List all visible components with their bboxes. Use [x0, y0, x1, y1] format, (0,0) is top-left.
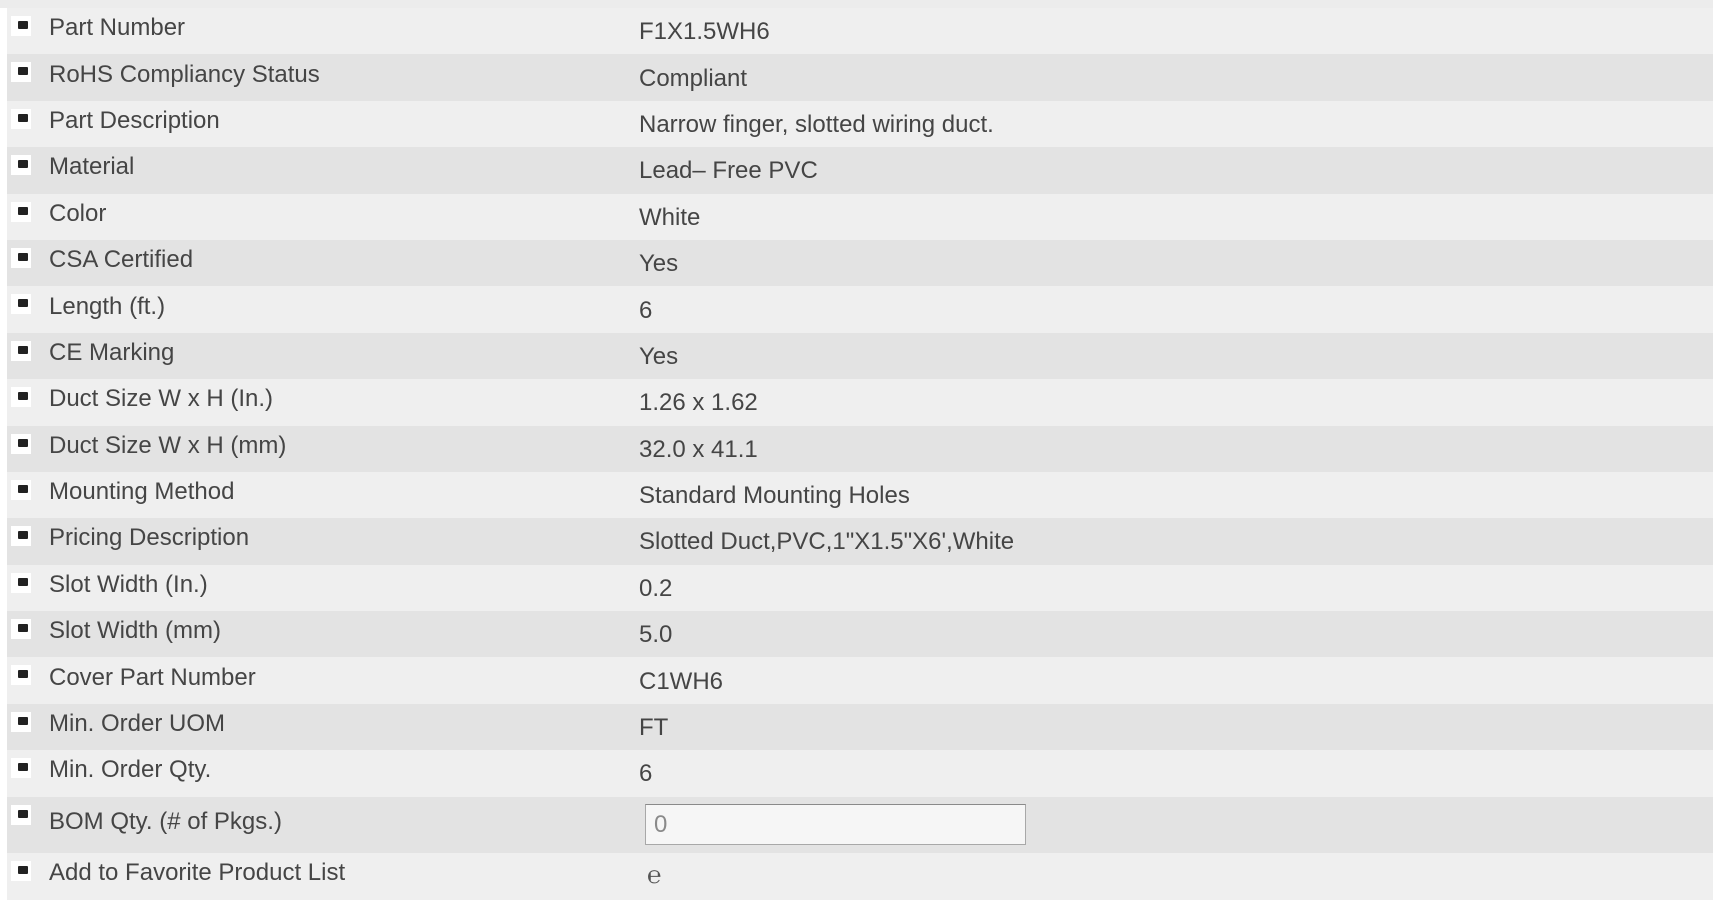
- bullet-icon: [11, 572, 31, 593]
- table-row: Mounting Method Standard Mounting Holes: [7, 471, 1713, 519]
- bullet-icon: [11, 619, 31, 640]
- row-label: Cover Part Number: [49, 663, 256, 691]
- row-label: Min. Order Qty.: [49, 756, 212, 784]
- row-value: Compliant: [639, 64, 748, 92]
- bullet-icon: [11, 294, 31, 315]
- bullet-icon: [11, 387, 31, 408]
- favorite-row: Add to Favorite Product List ℮: [7, 852, 1713, 900]
- bom-qty-input[interactable]: [645, 804, 1026, 846]
- row-value: 5.0: [639, 621, 673, 649]
- row-label: Pricing Description: [49, 524, 250, 552]
- row-value: 1.26 x 1.62: [639, 389, 758, 417]
- top-strip: [0, 0, 1713, 8]
- row-value: Slotted Duct,PVC,1"X1.5"X6',White: [639, 528, 1015, 556]
- table-row: Length (ft.) 6: [7, 286, 1713, 333]
- bullet-icon: [11, 247, 31, 268]
- table-row: Cover Part Number C1WH6: [7, 657, 1713, 704]
- row-value: White: [639, 203, 701, 231]
- favorite-icon[interactable]: ℮: [647, 862, 661, 890]
- row-value: 6: [639, 296, 653, 324]
- table-row: Duct Size W x H (mm) 32.0 x 41.1: [7, 425, 1713, 472]
- bullet-icon: [11, 860, 31, 881]
- row-label: Min. Order UOM: [49, 710, 226, 738]
- bom-qty-row: BOM Qty. (# of Pkgs.): [7, 796, 1713, 853]
- row-label: Slot Width (mm): [49, 617, 222, 645]
- favorite-label: Add to Favorite Product List: [49, 859, 346, 887]
- bullet-icon: [11, 62, 31, 83]
- bullet-icon: [11, 526, 31, 547]
- row-label: Mounting Method: [49, 478, 235, 506]
- table-row: Min. Order Qty. 6: [7, 750, 1713, 797]
- bullet-icon: [11, 758, 31, 779]
- bullet-icon: [11, 201, 31, 222]
- table-row: Pricing Description Slotted Duct,PVC,1"X…: [7, 518, 1713, 565]
- bullet-icon: [11, 155, 31, 176]
- table-row: Duct Size W x H (In.) 1.26 x 1.62: [7, 379, 1713, 426]
- bom-qty-label: BOM Qty. (# of Pkgs.): [49, 807, 282, 835]
- row-value: FT: [639, 714, 669, 742]
- table-row: Slot Width (mm) 5.0: [7, 611, 1713, 658]
- row-label: Duct Size W x H (In.): [49, 385, 274, 413]
- row-label: Material: [49, 153, 135, 181]
- row-label: Length (ft.): [49, 292, 166, 320]
- bullet-icon: [11, 340, 31, 361]
- product-spec-page: Part Number F1X1.5WH6 RoHS Compliancy St…: [0, 0, 1713, 901]
- row-value: Lead– Free PVC: [639, 157, 818, 185]
- table-row: RoHS Compliancy Status Compliant: [7, 54, 1713, 101]
- row-label: RoHS Compliancy Status: [49, 60, 320, 88]
- row-value: Yes: [639, 250, 679, 278]
- row-label: Part Number: [49, 14, 186, 42]
- bullet-icon: [11, 433, 31, 454]
- table-row: Color White: [7, 193, 1713, 240]
- row-value: Yes: [639, 342, 679, 370]
- table-row: CE Marking Yes: [7, 332, 1713, 380]
- table-row: Material Lead– Free PVC: [7, 147, 1713, 194]
- row-label: CSA Certified: [49, 246, 194, 274]
- table-row: CSA Certified Yes: [7, 239, 1713, 287]
- row-value: Standard Mounting Holes: [639, 482, 910, 510]
- bullet-icon: [11, 665, 31, 686]
- row-label: Part Description: [49, 106, 220, 134]
- row-label: Slot Width (In.): [49, 570, 208, 598]
- table-row: Part Description Narrow finger, slotted …: [7, 100, 1713, 148]
- row-label: CE Marking: [49, 338, 175, 366]
- row-value: 6: [639, 760, 653, 788]
- row-value: 0.2: [639, 574, 673, 602]
- table-row: Min. Order UOM FT: [7, 703, 1713, 751]
- bullet-icon: [11, 804, 31, 825]
- bullet-icon: [11, 108, 31, 129]
- table-row: Slot Width (In.) 0.2: [7, 564, 1713, 612]
- row-value: C1WH6: [639, 667, 724, 695]
- bullet-icon: [11, 479, 31, 500]
- bullet-icon: [11, 16, 31, 36]
- row-label: Duct Size W x H (mm): [49, 431, 287, 459]
- row-value: F1X1.5WH6: [639, 18, 770, 46]
- spec-table: Part Number F1X1.5WH6 RoHS Compliancy St…: [7, 8, 1713, 900]
- row-value: 32.0 x 41.1: [639, 435, 758, 463]
- row-label: Color: [49, 199, 107, 227]
- row-value: Narrow finger, slotted wiring duct.: [639, 110, 994, 138]
- table-row: Part Number F1X1.5WH6: [7, 8, 1713, 55]
- bullet-icon: [11, 711, 31, 732]
